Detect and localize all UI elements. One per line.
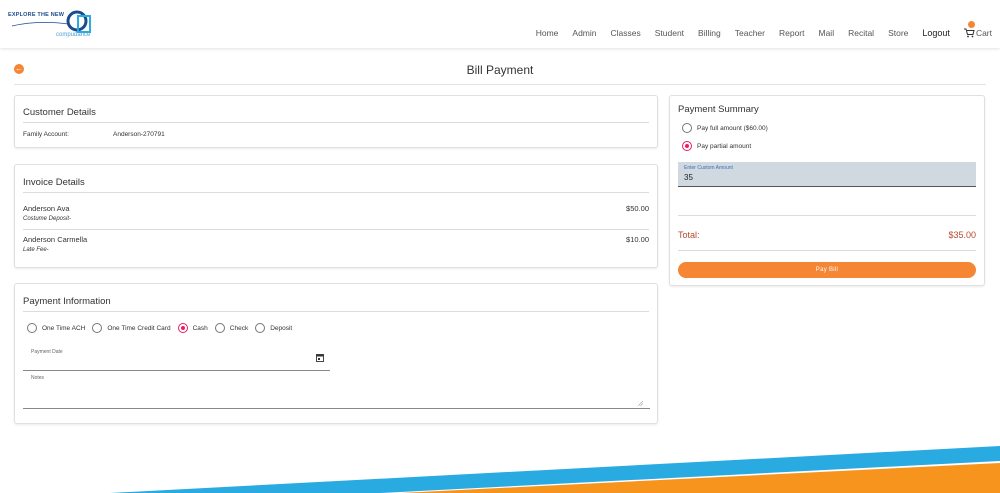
radio-pay-partial[interactable]	[682, 141, 692, 151]
nav-classes[interactable]: Classes	[611, 28, 641, 38]
invoice-item-divider	[23, 229, 649, 230]
radio-deposit[interactable]	[255, 323, 266, 333]
customer-details-title: Customer Details	[23, 107, 96, 118]
nav-billing[interactable]: Billing	[698, 28, 721, 38]
radio-pay-full[interactable]	[682, 123, 692, 133]
page-title: Bill Payment	[466, 63, 534, 77]
radio-cash-label[interactable]: Cash	[193, 325, 208, 332]
invoice-item-name: Anderson Carmella	[23, 235, 88, 244]
logo-brand: compudance	[56, 32, 91, 38]
radio-ach-label[interactable]: One Time ACH	[42, 325, 85, 332]
notes-underline	[23, 408, 650, 409]
nav-mail[interactable]: Mail	[819, 28, 835, 38]
pay-bill-button[interactable]: Pay Bill	[678, 262, 976, 278]
invoice-item-desc: Late Fee-	[23, 247, 49, 253]
resize-handle-icon[interactable]	[638, 401, 643, 406]
radio-pay-partial-label[interactable]: Pay partial amount	[697, 143, 751, 150]
nav-report[interactable]: Report	[779, 28, 805, 38]
compudance-logo[interactable]: EXPLORE THE NEW compudance	[8, 6, 138, 42]
nav-recital[interactable]: Recital	[848, 28, 874, 38]
notes-textarea[interactable]	[23, 383, 650, 407]
footer-decoration	[110, 446, 1000, 493]
invoice-item-name: Anderson Ava	[23, 204, 70, 213]
nav-student[interactable]: Student	[655, 28, 684, 38]
title-divider	[14, 84, 986, 85]
nav-teacher[interactable]: Teacher	[735, 28, 765, 38]
logo-tagline: EXPLORE THE NEW	[8, 12, 65, 18]
radio-cash[interactable]	[177, 323, 188, 333]
calendar-icon[interactable]	[316, 353, 324, 362]
total-label: Total:	[678, 230, 700, 240]
radio-credit-card[interactable]	[92, 323, 103, 333]
nav-admin[interactable]: Admin	[572, 28, 596, 38]
invoice-details-card: Invoice Details Anderson Ava Costume Dep…	[14, 164, 658, 268]
radio-check-label[interactable]: Check	[230, 325, 248, 332]
total-value: $35.00	[948, 230, 976, 240]
invoice-details-title: Invoice Details	[23, 177, 85, 188]
notes-label: Notes	[31, 375, 45, 381]
payment-date-label: Payment Date	[31, 349, 63, 355]
cart-badge	[967, 21, 975, 28]
invoice-item-desc: Costume Deposit-	[23, 216, 72, 222]
family-account-value: Anderson-270791	[113, 131, 165, 138]
custom-amount-label: Enter Custom Amount	[684, 165, 733, 171]
invoice-details-divider	[23, 192, 649, 193]
radio-check[interactable]	[214, 323, 225, 333]
cart-label: Cart	[975, 28, 992, 38]
nav-home[interactable]: Home	[536, 28, 559, 38]
main-nav: Home Admin Classes Student Billing Teach…	[522, 21, 992, 38]
custom-amount-value[interactable]: 35	[684, 173, 693, 182]
radio-credit-card-label[interactable]: One Time Credit Card	[107, 325, 170, 332]
top-navbar: EXPLORE THE NEW compudance Home Admin Cl…	[0, 0, 1000, 48]
family-account-label: Family Account:	[23, 131, 69, 138]
nav-store[interactable]: Store	[888, 28, 908, 38]
logout-link[interactable]: Logout	[922, 28, 950, 38]
summary-option-partial[interactable]: Pay partial amount	[682, 141, 758, 151]
summary-divider-top	[678, 215, 976, 216]
invoice-item-amount: $50.00	[626, 204, 649, 213]
customer-details-divider	[23, 122, 649, 123]
payment-information-divider	[23, 311, 649, 312]
payment-method-group: One Time ACH One Time Credit Card Cash C…	[27, 323, 299, 333]
payment-summary-card: Payment Summary Pay full amount ($60.00)…	[669, 95, 985, 286]
custom-amount-field[interactable]: Enter Custom Amount 35	[678, 162, 976, 187]
payment-information-card: Payment Information One Time ACH One Tim…	[14, 283, 658, 424]
radio-ach[interactable]	[27, 323, 37, 333]
payment-information-title: Payment Information	[23, 296, 111, 307]
radio-deposit-label[interactable]: Deposit	[270, 325, 292, 332]
cart-link[interactable]: Cart	[963, 21, 992, 38]
invoice-item-amount: $10.00	[626, 235, 649, 244]
payment-summary-title: Payment Summary	[678, 104, 759, 115]
summary-option-full[interactable]: Pay full amount ($60.00)	[682, 123, 775, 133]
cart-icon	[963, 28, 975, 38]
summary-divider-bottom	[678, 250, 976, 251]
payment-date-underline	[23, 370, 330, 371]
radio-pay-full-label[interactable]: Pay full amount ($60.00)	[697, 125, 768, 132]
payment-date-input[interactable]	[23, 356, 329, 369]
customer-details-card: Customer Details Family Account: Anderso…	[14, 95, 658, 148]
